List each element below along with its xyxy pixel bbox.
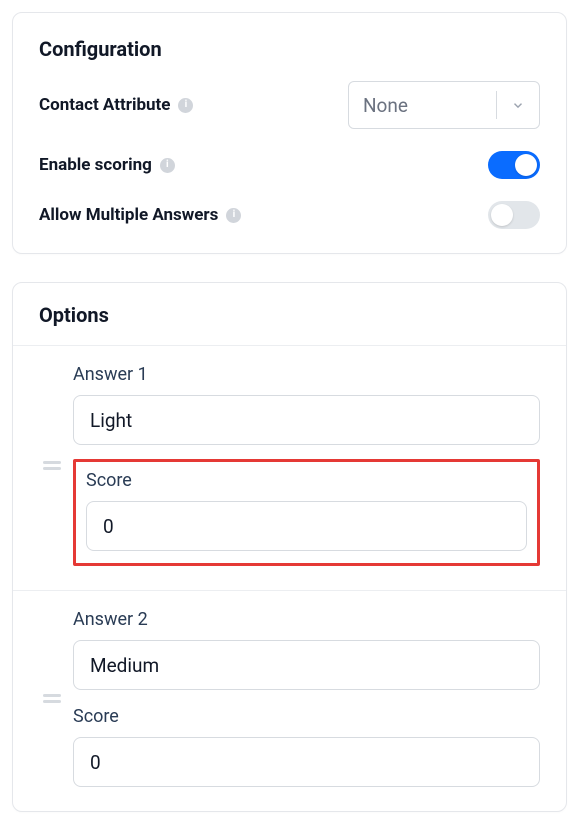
answer-input[interactable] <box>73 395 540 445</box>
options-title: Options <box>39 303 540 327</box>
answer-input[interactable] <box>73 640 540 690</box>
configuration-card: Configuration Contact Attribute i None E… <box>12 12 567 254</box>
info-icon[interactable]: i <box>226 208 241 223</box>
contact-attribute-label: Contact Attribute <box>39 95 170 115</box>
toggle-knob <box>491 204 513 226</box>
drag-handle-icon[interactable] <box>31 461 73 470</box>
enable-scoring-toggle[interactable] <box>488 151 540 179</box>
answer-label: Answer 1 <box>73 364 540 385</box>
score-label: Score <box>86 470 527 491</box>
options-card: Options Answer 1 Score Answer 2 Score <box>12 282 567 812</box>
configuration-title: Configuration <box>39 37 540 61</box>
score-input[interactable] <box>86 501 527 551</box>
contact-attribute-value: None <box>349 94 496 117</box>
chevron-down-icon <box>497 98 539 112</box>
score-block: Score <box>73 706 540 787</box>
allow-multiple-row: Allow Multiple Answers i <box>39 201 540 229</box>
info-icon[interactable]: i <box>178 98 193 113</box>
options-header: Options <box>13 283 566 346</box>
enable-scoring-label: Enable scoring <box>39 155 152 175</box>
score-label: Score <box>73 706 540 727</box>
allow-multiple-label-wrap: Allow Multiple Answers i <box>39 205 241 225</box>
contact-attribute-select[interactable]: None <box>348 81 540 129</box>
option-row: Answer 2 Score <box>13 591 566 811</box>
option-row: Answer 1 Score <box>13 346 566 591</box>
drag-handle-icon[interactable] <box>31 694 73 703</box>
allow-multiple-toggle[interactable] <box>488 201 540 229</box>
contact-attribute-row: Contact Attribute i None <box>39 81 540 129</box>
contact-attribute-label-wrap: Contact Attribute i <box>39 95 193 115</box>
score-highlight-box: Score <box>73 459 540 566</box>
toggle-knob <box>515 154 537 176</box>
option-body: Answer 1 Score <box>73 364 548 566</box>
enable-scoring-row: Enable scoring i <box>39 151 540 179</box>
allow-multiple-label: Allow Multiple Answers <box>39 205 218 225</box>
option-body: Answer 2 Score <box>73 609 548 787</box>
info-icon[interactable]: i <box>160 158 175 173</box>
answer-label: Answer 2 <box>73 609 540 630</box>
enable-scoring-label-wrap: Enable scoring i <box>39 155 175 175</box>
score-input[interactable] <box>73 737 540 787</box>
